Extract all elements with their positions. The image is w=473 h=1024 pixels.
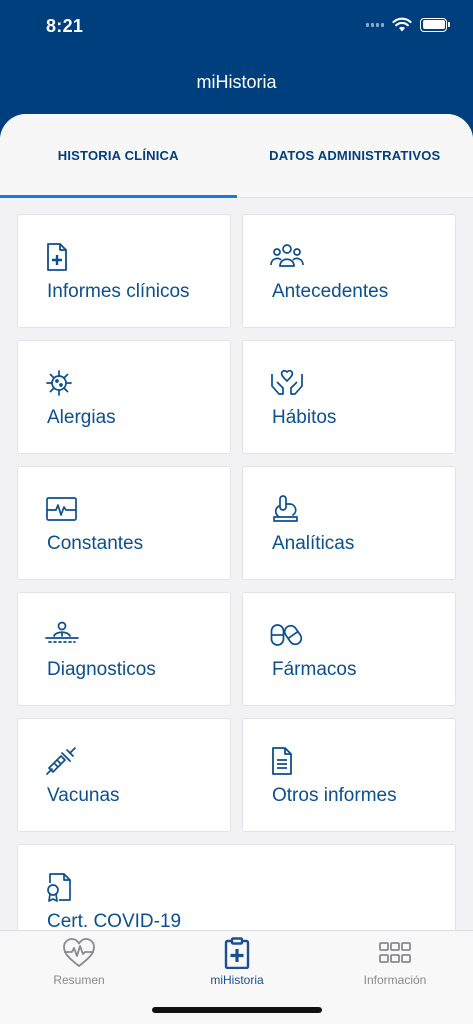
grid-icon	[378, 937, 412, 969]
card-alergias[interactable]: Alergias	[17, 340, 231, 454]
tabbar-label: miHistoria	[210, 973, 264, 987]
card-label: Informes clínicos	[47, 281, 190, 302]
card-label: Otros informes	[272, 785, 397, 806]
heartbeat-icon	[62, 937, 96, 969]
card-label: Cert. COVID-19	[47, 911, 182, 930]
card-analiticas[interactable]: Analíticas	[242, 466, 456, 580]
card-label: Vacunas	[47, 785, 120, 806]
card-label: Fármacos	[272, 659, 357, 680]
page-title: miHistoria	[196, 72, 277, 92]
status-icons	[366, 17, 450, 32]
allergen-virus-icon	[45, 368, 79, 398]
tab-datos-administrativos[interactable]: DATOS ADMINISTRATIVOS	[237, 114, 473, 197]
battery-icon	[420, 17, 450, 32]
tab-historia-clinica[interactable]: HISTORIA CLÍNICA	[0, 114, 237, 197]
tabbar-label: Información	[363, 973, 427, 987]
family-group-icon	[270, 242, 304, 272]
tabbar-label: Resumen	[53, 973, 105, 987]
card-label: Analíticas	[272, 533, 355, 554]
card-label: Diagnosticos	[47, 659, 156, 680]
syringe-icon	[45, 746, 79, 776]
clipboard-medical-icon	[220, 937, 254, 970]
medical-document-icon	[45, 242, 79, 272]
card-farmacos[interactable]: Fármacos	[242, 592, 456, 706]
cellular-signal-icon	[366, 22, 384, 27]
card-vacunas[interactable]: Vacunas	[17, 718, 231, 832]
card-diagnosticos[interactable]: Diagnosticos	[17, 592, 231, 706]
status-time: 8:21	[46, 16, 84, 36]
document-icon	[270, 746, 304, 776]
card-label: Antecedentes	[272, 281, 389, 302]
card-habitos[interactable]: Hábitos	[242, 340, 456, 454]
wifi-icon	[392, 17, 412, 32]
card-antecedentes[interactable]: Antecedentes	[242, 214, 456, 328]
patient-diagnosis-icon	[45, 620, 79, 650]
microscope-icon	[270, 494, 304, 524]
status-bar: 8:21	[0, 0, 473, 52]
card-label: Alergias	[47, 407, 116, 428]
hands-heart-icon	[270, 368, 304, 398]
card-otros-informes[interactable]: Otros informes	[242, 718, 456, 832]
pills-icon	[270, 620, 304, 650]
card-constantes[interactable]: Constantes	[17, 466, 231, 580]
active-tab-indicator	[0, 195, 237, 198]
tabbar-mihistoria[interactable]: miHistoria	[158, 937, 316, 987]
content-sheet: HISTORIA CLÍNICA DATOS ADMINISTRATIVOS I…	[0, 114, 473, 930]
tabbar-informacion[interactable]: Información	[316, 937, 473, 987]
card-informes-clinicos[interactable]: Informes clínicos	[17, 214, 231, 328]
certificate-icon	[45, 872, 79, 902]
heart-monitor-icon	[45, 494, 79, 524]
card-label: Hábitos	[272, 407, 337, 428]
card-cert-covid[interactable]: Cert. COVID-19	[17, 844, 456, 930]
segment-tabs: HISTORIA CLÍNICA DATOS ADMINISTRATIVOS	[0, 114, 473, 198]
card-label: Constantes	[47, 533, 144, 554]
home-indicator	[152, 1007, 322, 1013]
tabbar-resumen[interactable]: Resumen	[0, 937, 158, 987]
